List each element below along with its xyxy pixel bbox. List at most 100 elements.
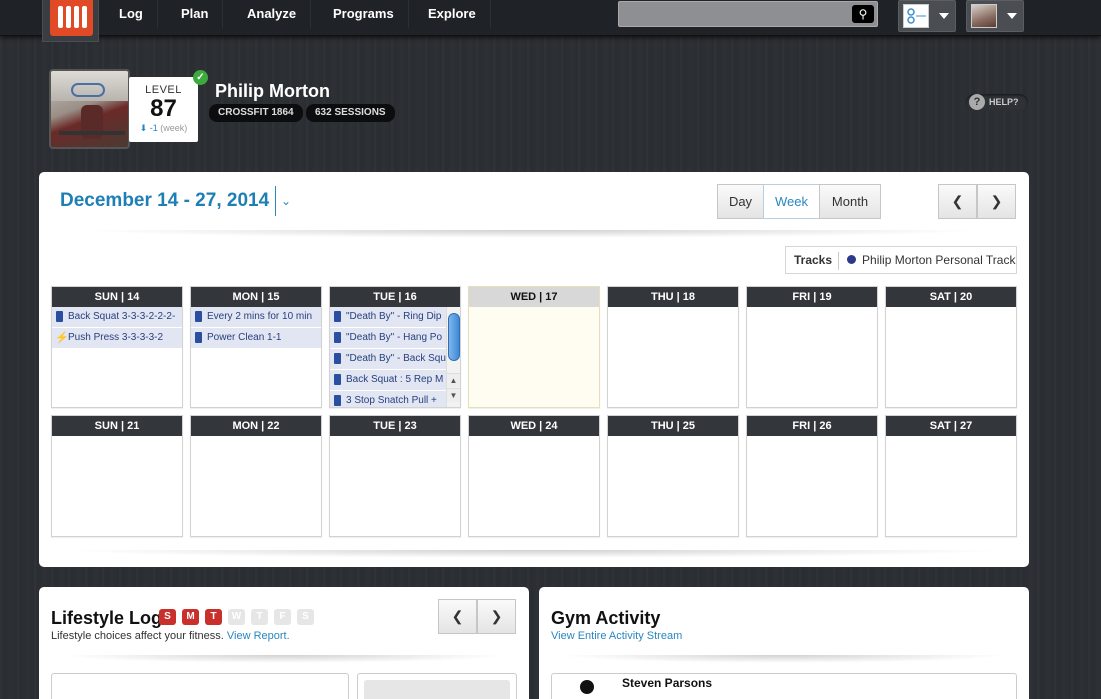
workout-entry[interactable]: "Death By" - Back Squ: [330, 349, 446, 370]
calendar-day[interactable]: TUE | 16 "Death By" - Ring Dip "Death By…: [329, 286, 461, 408]
calendar-day[interactable]: SAT | 27: [885, 415, 1017, 537]
workout-entry[interactable]: Power Clean 1-1: [191, 328, 321, 349]
workout-entry[interactable]: 3 Stop Snatch Pull +: [330, 391, 446, 407]
day-header: THU | 18: [608, 287, 738, 307]
calendar-day[interactable]: MON | 15 Every 2 mins for 10 min Power C…: [190, 286, 322, 408]
scrollbar[interactable]: ▲ ▼: [446, 307, 460, 407]
chevron-left-icon: ❮: [951, 193, 964, 209]
profile-avatar[interactable]: [49, 69, 130, 149]
calendar-day[interactable]: THU | 18: [607, 286, 739, 408]
activity-user-name[interactable]: Steven Parsons: [622, 676, 712, 690]
calendar-day[interactable]: SAT | 20: [885, 286, 1017, 408]
workout-entry[interactable]: Back Squat : 5 Rep M: [330, 370, 446, 391]
calendar-day[interactable]: FRI | 26: [746, 415, 878, 537]
help-button[interactable]: ? HELP?: [966, 94, 1028, 111]
sessions-badge[interactable]: 632 SESSIONS: [306, 104, 395, 122]
search-input[interactable]: ⚲: [618, 1, 878, 27]
nav-explore[interactable]: Explore: [414, 0, 491, 28]
calendar-day[interactable]: MON | 22: [190, 415, 322, 537]
view-activity-stream-link[interactable]: View Entire Activity Stream: [551, 630, 682, 642]
day-header: SAT | 20: [886, 287, 1016, 307]
day-header: TUE | 16: [330, 287, 460, 307]
lifestyle-day-badge[interactable]: S: [159, 609, 176, 625]
sleep-question-box[interactable]: [51, 673, 349, 699]
scroll-down-icon[interactable]: ▼: [447, 388, 460, 402]
logo-mark-icon: [50, 0, 93, 36]
calendar-day-today[interactable]: WED | 17: [468, 286, 600, 408]
nav-analyze[interactable]: Analyze: [233, 0, 312, 28]
track-name: Philip Morton Personal Track: [862, 253, 1016, 267]
workout-entry[interactable]: "Death By" - Ring Dip: [330, 307, 446, 328]
scroll-up-icon[interactable]: ▲: [447, 373, 460, 387]
next-button[interactable]: ❯: [977, 184, 1016, 219]
lifestyle-day-badge[interactable]: M: [182, 609, 199, 625]
pin-icon: [334, 311, 341, 322]
day-header: THU | 25: [608, 416, 738, 436]
workout-entry[interactable]: "Death By" - Hang Po: [330, 328, 446, 349]
day-header: WED | 24: [469, 416, 599, 436]
chevron-down-icon: [939, 13, 949, 19]
workout-entry[interactable]: Every 2 mins for 10 min: [191, 307, 321, 328]
verified-check-icon: ✓: [193, 70, 208, 85]
pin-icon: [334, 374, 341, 385]
activity-item[interactable]: Steven Parsons: [551, 673, 1017, 699]
divider-shadow: [559, 655, 1009, 663]
search-icon[interactable]: ⚲: [852, 5, 874, 23]
lifestyle-title: Lifestyle Log: [51, 608, 163, 628]
workout-entry[interactable]: Back Squat 3-3-3-2-2-2-: [52, 307, 182, 328]
calendar-day[interactable]: THU | 25: [607, 415, 739, 537]
day-header: SUN | 14: [52, 287, 182, 307]
gym-activity-card: Gym Activity View Entire Activity Stream…: [539, 587, 1029, 699]
day-header: FRI | 19: [747, 287, 877, 307]
chevron-right-icon: ❯: [490, 608, 503, 624]
calendar-day[interactable]: SUN | 14 Back Squat 3-3-3-2-2-2- ⚡ Push P…: [51, 286, 183, 408]
divider: [275, 186, 276, 216]
app-logo[interactable]: [42, 0, 99, 42]
question-icon: ?: [969, 94, 985, 110]
chevron-down-icon[interactable]: ⌄: [281, 194, 291, 208]
lifestyle-day-badge[interactable]: W: [228, 609, 245, 625]
lifestyle-option-box[interactable]: [357, 673, 517, 699]
workout-entry[interactable]: ⚡ Push Press 3-3-3-3-2: [52, 328, 182, 349]
lifestyle-next-button[interactable]: ❯: [477, 599, 516, 634]
divider-shadow: [59, 550, 1009, 558]
lifestyle-subtitle: Lifestyle choices affect your fitness. V…: [51, 630, 290, 642]
bolt-icon: ⚡: [55, 332, 69, 344]
scrollbar-thumb[interactable]: [448, 313, 460, 361]
day-header: WED | 17: [469, 287, 599, 307]
calendar-day[interactable]: SUN | 21: [51, 415, 183, 537]
calendar-day[interactable]: WED | 24: [468, 415, 600, 537]
track-color-dot: [847, 255, 857, 265]
gym-badge[interactable]: CROSSFIT 1864: [209, 104, 303, 122]
nav-programs[interactable]: Programs: [319, 0, 409, 28]
prev-button[interactable]: ❮: [938, 184, 977, 219]
nav-plan[interactable]: Plan: [167, 0, 224, 28]
view-month-button[interactable]: Month: [819, 184, 881, 219]
divider-shadow: [79, 230, 989, 238]
divider-shadow: [59, 655, 509, 663]
day-header: SAT | 27: [886, 416, 1016, 436]
lifestyle-log-card: Lifestyle Log S M T W T F S Lifestyle ch…: [39, 587, 529, 699]
tracks-legend[interactable]: Tracks Philip Morton Personal Track: [785, 246, 1017, 274]
user-avatar-icon: [580, 680, 594, 694]
view-report-link[interactable]: View Report.: [227, 630, 290, 642]
user-menu-dropdown[interactable]: [966, 0, 1024, 32]
view-week-button[interactable]: Week: [763, 184, 820, 219]
calendar-day[interactable]: FRI | 19: [746, 286, 878, 408]
view-day-button[interactable]: Day: [717, 184, 764, 219]
calendar-card: December 14 - 27, 2014 ⌄ Day Week Month …: [39, 172, 1029, 567]
lifestyle-day-badge[interactable]: F: [274, 609, 291, 625]
pin-icon: [195, 332, 202, 343]
date-range-title[interactable]: December 14 - 27, 2014: [60, 190, 269, 212]
day-header: SUN | 21: [52, 416, 182, 436]
nav-log[interactable]: Log: [105, 0, 158, 28]
lifestyle-day-badge[interactable]: S: [297, 609, 314, 625]
lifestyle-day-badge[interactable]: T: [205, 609, 222, 625]
gym-switcher-dropdown[interactable]: [898, 0, 956, 32]
level-value: 87: [150, 95, 177, 122]
lifestyle-prev-button[interactable]: ❮: [438, 599, 477, 634]
calendar-day[interactable]: TUE | 23: [329, 415, 461, 537]
pin-icon: [195, 311, 202, 322]
lifestyle-day-badge[interactable]: T: [251, 609, 268, 625]
chevron-left-icon: ❮: [451, 608, 464, 624]
